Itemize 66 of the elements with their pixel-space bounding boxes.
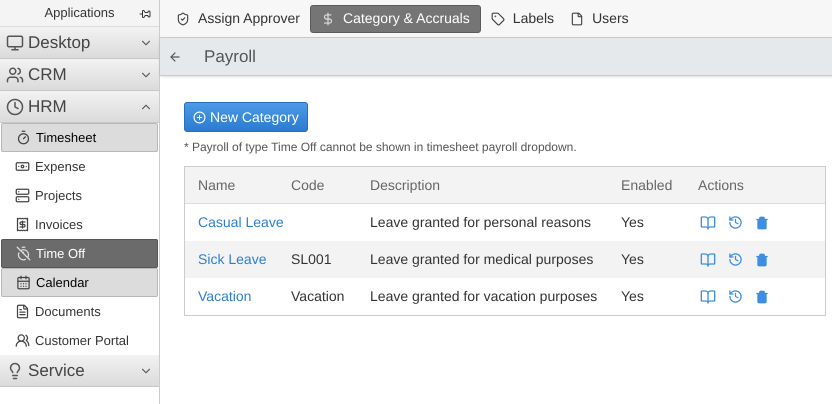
plus-icon xyxy=(193,110,206,124)
shield-icon xyxy=(176,12,190,26)
trash-icon[interactable] xyxy=(755,252,769,266)
history-icon[interactable] xyxy=(728,289,743,304)
menu-group[interactable]: Desktop xyxy=(0,27,159,59)
tab[interactable]: Users xyxy=(564,4,635,32)
book-icon[interactable] xyxy=(700,252,716,268)
table-cell: Yes xyxy=(621,251,644,267)
column-header: Name xyxy=(197,176,236,194)
book-icon[interactable] xyxy=(700,288,716,304)
document-icon xyxy=(15,304,30,319)
menu-item[interactable]: Timesheet xyxy=(1,123,158,152)
back-icon[interactable] xyxy=(168,50,182,64)
trash-icon[interactable] xyxy=(755,216,769,230)
monitor-icon xyxy=(6,34,24,52)
book-icon[interactable] xyxy=(700,214,716,230)
list-icon xyxy=(15,188,30,203)
menu-item[interactable]: Projects xyxy=(1,181,158,210)
category-link[interactable]: Casual Leave xyxy=(198,214,284,230)
table-cell: Yes xyxy=(621,288,644,304)
receipt-icon xyxy=(15,217,30,232)
table-cell: Leave granted for personal reasons xyxy=(370,214,592,230)
table-cell: SL001 xyxy=(291,251,332,267)
menu-group-label: CRM xyxy=(28,64,68,86)
table-cell: Vacation xyxy=(291,288,344,304)
column-header: Enabled xyxy=(621,176,674,194)
category-link[interactable]: Sick Leave xyxy=(198,251,266,267)
document-icon xyxy=(570,12,584,26)
sidebar-title: Applications xyxy=(44,4,115,22)
menu-group[interactable]: Service xyxy=(0,355,159,387)
page-title: Payroll xyxy=(204,46,256,68)
note-text: * Payroll of type Time Off cannot be shown in timesheet payroll dropdown. xyxy=(184,139,578,156)
tab[interactable]: Assign Approver xyxy=(170,4,306,32)
column-header: Actions xyxy=(698,176,745,194)
menu-group-label: Desktop xyxy=(28,32,92,54)
stopwatch-icon xyxy=(16,130,31,145)
menu-item[interactable]: Calendar xyxy=(1,268,158,297)
menu-item[interactable]: Expense xyxy=(1,152,158,181)
people-icon xyxy=(6,66,24,84)
menu-item[interactable]: Customer Portal xyxy=(1,326,158,355)
history-icon[interactable] xyxy=(728,215,743,230)
pin-icon[interactable] xyxy=(139,8,151,20)
table-cell: Yes xyxy=(621,214,644,230)
trash-icon[interactable] xyxy=(755,290,769,304)
column-header: Description xyxy=(370,176,442,195)
tag-icon xyxy=(490,12,505,26)
menu-item[interactable]: Documents xyxy=(1,297,158,326)
menu-item[interactable]: Time Off xyxy=(1,239,158,268)
menu-group-label: Service xyxy=(28,360,86,382)
menu-group[interactable]: HRM xyxy=(0,91,159,123)
tab[interactable]: Labels xyxy=(484,4,560,32)
category-link[interactable]: Vacation xyxy=(198,288,252,304)
menu-group[interactable]: CRM xyxy=(0,59,159,91)
calendar-icon xyxy=(16,275,31,290)
table-cell: Leave granted for vacation purposes xyxy=(370,288,598,304)
menu-group-label: HRM xyxy=(28,96,68,118)
stopwatch-off-icon xyxy=(16,246,31,261)
table-cell: Leave granted for medical purposes xyxy=(370,251,594,267)
menu-item[interactable]: Invoices xyxy=(1,210,158,239)
column-header: Code xyxy=(291,176,326,194)
clock-icon xyxy=(6,98,24,116)
people-icon xyxy=(15,333,30,348)
banknote-icon xyxy=(15,159,30,174)
tab[interactable]: Category & Accruals xyxy=(310,4,481,32)
new-category-button[interactable]: New Category xyxy=(184,102,308,132)
history-icon[interactable] xyxy=(728,252,743,267)
